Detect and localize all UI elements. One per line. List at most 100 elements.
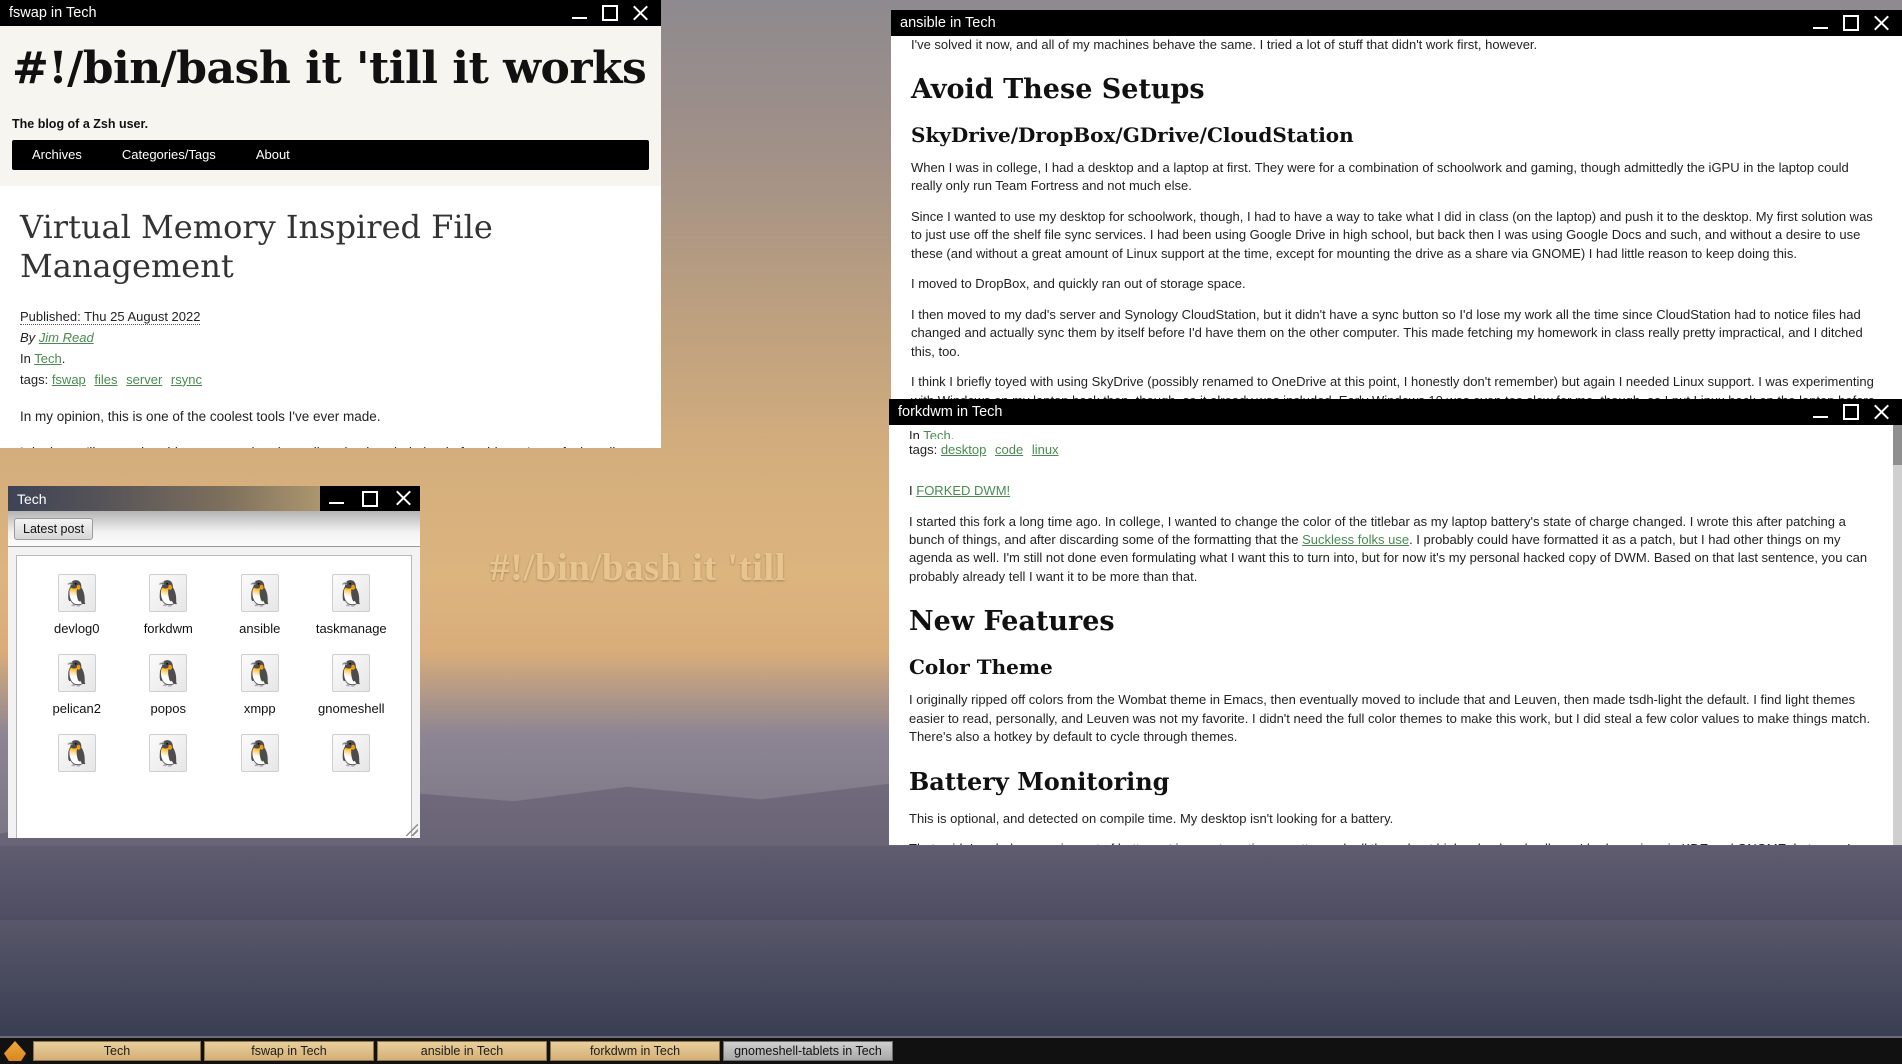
article-forkdwm: In Tech. tags: desktop code linux I FORK…	[889, 425, 1902, 845]
list-item[interactable]: 🐧 ansible	[214, 574, 306, 636]
paragraph: This is optional, and detected on compil…	[909, 810, 1394, 826]
tag-link[interactable]: desktop	[941, 442, 987, 457]
titlebar-fswap[interactable]: fswap in Tech	[0, 0, 661, 26]
list-item[interactable]: 🐧	[214, 734, 306, 781]
item-label: devlog0	[53, 621, 100, 636]
window-title-filemanager: Tech	[17, 490, 47, 507]
pelican-icon: 🐧	[57, 574, 96, 612]
pelican-icon: 🐧	[240, 734, 279, 772]
pelican-icon: 🐧	[332, 734, 371, 772]
item-label: popos	[150, 701, 186, 716]
nav-archives[interactable]: Archives	[12, 147, 102, 162]
blog-page: #!/bin/bash it 'till it works The blog o…	[0, 26, 661, 448]
maximize-icon[interactable]	[1843, 404, 1859, 420]
tag-link[interactable]: server	[126, 372, 162, 387]
item-label: ansible	[239, 621, 281, 636]
item-label: gnomeshell	[318, 701, 385, 716]
pelican-icon: 🐧	[57, 734, 96, 772]
pelican-icon: 🐧	[149, 654, 188, 692]
taskbar-item-forkdwm[interactable]: forkdwm in Tech	[550, 1041, 720, 1061]
vertical-scrollbar[interactable]	[1893, 425, 1902, 845]
taskbar-item-fswap[interactable]: fswap in Tech	[204, 1041, 374, 1061]
lead-paragraph: I FORKED DWM!	[909, 482, 1872, 500]
paragraph: That said, I ended up running out of bat…	[909, 840, 1872, 845]
paragraph: I originally ripped off colors from the …	[909, 692, 1871, 745]
scrollbar-thumb[interactable]	[1893, 425, 1902, 465]
list-item[interactable]: 🐧 popos	[123, 654, 215, 716]
list-item[interactable]: 🐧 taskmanage	[306, 574, 398, 636]
close-icon[interactable]	[395, 490, 412, 507]
tag-link[interactable]: fswap	[52, 372, 86, 387]
window-controls-fswap[interactable]	[571, 0, 657, 26]
taskbar-item-ansible[interactable]: ansible in Tech	[377, 1041, 547, 1061]
close-icon[interactable]	[632, 5, 649, 22]
list-item[interactable]: 🐧 pelican2	[31, 654, 123, 716]
list-item[interactable]: 🐧	[123, 734, 215, 781]
latest-post-button[interactable]: Latest post	[14, 517, 94, 540]
taskbar-item-tech[interactable]: Tech	[33, 1041, 201, 1061]
minimize-icon[interactable]	[1812, 15, 1829, 32]
maximize-icon[interactable]	[1843, 15, 1859, 31]
filemanager-icon-view[interactable]: 🐧 devlog0 🐧 forkdwm 🐧 ansible 🐧 taskmana…	[16, 555, 412, 838]
in-label: In	[20, 350, 31, 366]
window-body-fswap: #!/bin/bash it 'till it works The blog o…	[0, 26, 661, 448]
site-subtitle: The blog of a Zsh user.	[12, 116, 149, 131]
item-label: forkdwm	[143, 621, 193, 636]
item-label: xmpp	[243, 701, 276, 716]
list-item[interactable]: 🐧 devlog0	[31, 574, 123, 636]
start-menu-icon[interactable]	[4, 1041, 26, 1061]
paragraph: In my opinion, this is one of the cooles…	[20, 408, 381, 424]
minimize-icon[interactable]	[1812, 404, 1829, 421]
pelican-icon: 🐧	[240, 574, 279, 612]
window-controls-forkdwm[interactable]	[1812, 399, 1898, 425]
maximize-icon[interactable]	[602, 5, 618, 21]
nav-about[interactable]: About	[236, 147, 310, 162]
window-controls-ansible[interactable]	[1812, 10, 1898, 36]
taskbar-item-gnomeshell-tablets[interactable]: gnomeshell-tablets in Tech	[723, 1041, 893, 1061]
category-link[interactable]: Tech	[34, 351, 61, 366]
forked-dwm-link[interactable]: FORKED DWM!	[916, 483, 1010, 498]
author-link[interactable]: Jim Read	[39, 330, 94, 345]
tags-label: tags:	[909, 442, 938, 457]
paragraph: I then moved to my dad's server and Syno…	[911, 306, 1863, 359]
window-controls-filemanager[interactable]	[320, 486, 420, 511]
pelican-icon: 🐧	[149, 734, 188, 772]
tag-link[interactable]: files	[94, 372, 117, 387]
paragraph: When I was in college, I had a desktop a…	[911, 160, 1849, 194]
titlebar-filemanager[interactable]: Tech	[8, 486, 420, 511]
window-body-forkdwm: In Tech. tags: desktop code linux I FORK…	[889, 425, 1902, 845]
paragraph: I doubt you'll agree, but this pretty mu…	[20, 443, 641, 448]
list-item[interactable]: 🐧 gnomeshell	[306, 654, 398, 716]
tag-link[interactable]: linux	[1032, 442, 1059, 457]
pelican-icon: 🐧	[149, 574, 188, 612]
maximize-icon[interactable]	[361, 490, 378, 507]
list-item[interactable]: 🐧 forkdwm	[123, 574, 215, 636]
close-icon[interactable]	[1873, 15, 1890, 32]
list-item[interactable]: 🐧	[306, 734, 398, 781]
close-icon[interactable]	[1873, 404, 1890, 421]
minimize-icon[interactable]	[571, 5, 588, 22]
published-date: Published: Thu 25 August 2022	[20, 308, 201, 325]
list-item[interactable]: 🐧 xmpp	[214, 654, 306, 716]
taskbar[interactable]: Tech fswap in Tech ansible in Tech forkd…	[0, 1038, 1902, 1064]
post-title: Virtual Memory Inspired File Management	[20, 207, 493, 285]
site-nav[interactable]: Archives Categories/Tags About	[12, 139, 649, 170]
window-fswap[interactable]: fswap in Tech #!/bin/bash it 'till it wo…	[0, 0, 661, 448]
window-body-filemanager: Latest post 🐧 devlog0 🐧 forkdwm 🐧 ansibl…	[8, 511, 420, 838]
resize-grip[interactable]	[406, 824, 418, 836]
suckless-link[interactable]: Suckless folks use	[1302, 532, 1409, 547]
lead-prefix: I	[909, 483, 913, 499]
titlebar-forkdwm[interactable]: forkdwm in Tech	[889, 399, 1902, 425]
window-title-ansible: ansible in Tech	[900, 15, 996, 31]
list-item[interactable]: 🐧	[31, 734, 123, 781]
tag-link[interactable]: code	[995, 442, 1023, 457]
article-fswap: Virtual Memory Inspired File Management …	[0, 185, 661, 448]
paragraph: I moved to DropBox, and quickly ran out …	[911, 276, 1246, 292]
window-forkdwm[interactable]: forkdwm in Tech In Tech. tags: desktop c…	[889, 399, 1902, 845]
nav-categories-tags[interactable]: Categories/Tags	[102, 147, 236, 162]
titlebar-ansible[interactable]: ansible in Tech	[891, 10, 1902, 36]
window-filemanager[interactable]: Tech Latest post 🐧 devlog0 🐧 forkdwm 🐧 a…	[8, 486, 420, 838]
minimize-icon[interactable]	[328, 490, 345, 507]
category-link[interactable]: Tech	[923, 428, 950, 439]
tag-link[interactable]: rsync	[171, 372, 202, 387]
